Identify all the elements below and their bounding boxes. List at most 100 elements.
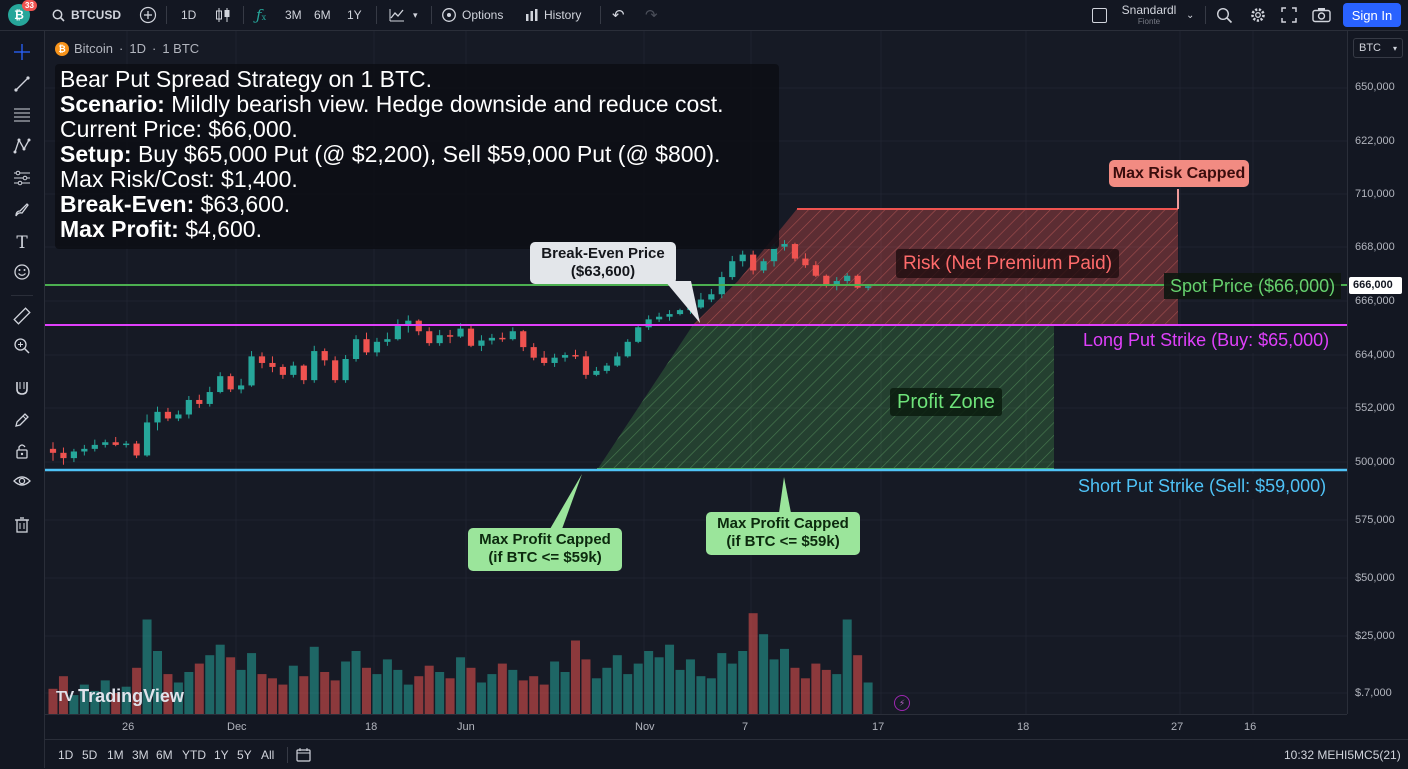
undo-button[interactable]: ↶ <box>612 0 625 30</box>
time-scale[interactable]: 26 Dec 18 Jun Nov 7 17 18 27 16 <box>45 714 1347 739</box>
remove-drawings-tool[interactable] <box>11 516 33 538</box>
settings-button[interactable] <box>1249 0 1267 30</box>
zoom-in-tool[interactable] <box>11 337 33 359</box>
volume-bar <box>727 663 737 714</box>
candle-body <box>60 452 67 459</box>
snapshot-button[interactable] <box>1312 0 1331 30</box>
candle <box>133 440 140 459</box>
chart-style-dropdown[interactable]: ▾ <box>388 0 418 30</box>
pattern-icon <box>13 137 31 160</box>
long-put-strike-label: Long Put Strike (Buy: $65,000) <box>1077 328 1336 353</box>
candle <box>164 407 172 422</box>
horizontal-lines-tool[interactable] <box>11 106 33 128</box>
layout-dropdown-toggle[interactable]: ⌄ <box>1186 0 1194 30</box>
go-to-date-button[interactable] <box>296 747 311 767</box>
range-ytd-button[interactable]: YTD <box>182 748 206 762</box>
symbol-search-button[interactable]: BTCUSD <box>52 0 121 30</box>
range-1m-button[interactable]: 1M <box>107 748 124 762</box>
layout-subtitle: Fionte <box>1137 17 1161 26</box>
indicators-button[interactable]: ƒx <box>256 0 266 30</box>
stay-in-drawing-tool[interactable] <box>11 411 33 433</box>
range-5d-button[interactable]: 5D <box>82 748 97 762</box>
crosshair-tool[interactable] <box>11 43 33 65</box>
pattern-tool[interactable] <box>11 137 33 159</box>
chart-pane[interactable]: ₿ Bitcoin · 1D · 1 BTC Bear Put Spread S… <box>45 31 1347 714</box>
volume-bar <box>769 659 779 714</box>
range-6m-button[interactable]: 6M <box>314 0 331 30</box>
chevron-down-icon: ▾ <box>1392 43 1397 53</box>
history-label: History <box>544 8 582 22</box>
ruler-tool[interactable] <box>11 306 33 329</box>
candle <box>791 242 799 262</box>
brush-tool[interactable] <box>11 201 33 223</box>
layout-name-dropdown[interactable]: Snandardl Fionte <box>1120 0 1178 30</box>
emoji-tool[interactable] <box>11 263 33 285</box>
sign-in-button[interactable]: Sign In <box>1343 3 1401 27</box>
fullscreen-button[interactable] <box>1281 0 1297 30</box>
volume-bar <box>257 674 267 714</box>
user-avatar-button[interactable]: ₿ 33 <box>8 0 37 30</box>
range-5y-button[interactable]: 5Y <box>237 748 252 762</box>
range-1y-button[interactable]: 1Y <box>214 748 229 762</box>
volume-bar <box>581 659 591 714</box>
magnet-tool[interactable] <box>11 379 33 401</box>
volume-bar <box>299 676 309 714</box>
price-label: $25,000 <box>1355 630 1395 642</box>
range-1d-button[interactable]: 1D <box>58 748 73 762</box>
candle <box>854 274 861 289</box>
quick-search-button[interactable] <box>1216 0 1233 30</box>
price-label: 575,000 <box>1355 514 1395 526</box>
candle-body <box>143 422 151 456</box>
crosshair-icon <box>13 43 31 66</box>
candle-body <box>666 314 673 317</box>
price-scale[interactable]: BTC ▾ 650,000 622,000 710,000 668,000 66… <box>1347 31 1408 714</box>
candle <box>279 364 286 379</box>
range-all-button[interactable]: All <box>261 748 274 762</box>
range-3m-button[interactable]: 3M <box>132 748 149 762</box>
candle <box>81 444 88 456</box>
range-3m-button[interactable]: 3M <box>285 0 302 30</box>
lock-drawings-tool[interactable] <box>11 442 33 464</box>
volume-bar <box>320 672 330 714</box>
lightning-icon[interactable]: ⚡ <box>894 695 910 711</box>
history-button[interactable]: History <box>525 0 581 30</box>
range-1y-button[interactable]: 1Y <box>347 0 362 30</box>
compare-symbol-button[interactable] <box>139 0 157 30</box>
chart-type-button[interactable] <box>214 0 232 30</box>
volume-bar <box>529 676 539 714</box>
options-button[interactable]: Options <box>441 0 503 30</box>
text-tool[interactable]: T <box>11 232 33 254</box>
layout-select-checkbox[interactable] <box>1092 0 1107 30</box>
candle-body <box>258 356 266 363</box>
bottom-toolbar: 1D 5D 1M 3M 6M YTD 1Y 5Y All 10:32 MEHI5… <box>45 739 1408 769</box>
hide-drawings-tool[interactable] <box>11 472 33 494</box>
candle-body <box>697 299 704 308</box>
trend-line-tool[interactable] <box>11 75 33 97</box>
symbol-legend[interactable]: ₿ Bitcoin · 1D · 1 BTC <box>55 41 199 56</box>
forecast-tool[interactable] <box>11 169 33 191</box>
symbol-label: BTCUSD <box>71 8 121 22</box>
time-label: Nov <box>635 721 655 733</box>
candle-body <box>384 339 391 342</box>
risk-zone-label: Risk (Net Premium Paid) <box>896 249 1120 278</box>
interval-button[interactable]: 1D <box>181 0 196 30</box>
candle-body <box>541 357 548 363</box>
max-profit-callout-b-condition: (if BTC <= $59k) <box>726 533 840 550</box>
camera-icon <box>1312 7 1331 23</box>
candle-body <box>676 310 684 315</box>
candle-body <box>509 331 516 340</box>
layout-name: Snandardl <box>1121 3 1177 17</box>
max-profit-callout-a-title: Max Profit Capped <box>479 531 611 548</box>
volume-bar <box>591 678 601 714</box>
time-label: 18 <box>365 721 378 733</box>
clock-readout[interactable]: 10:32 MEHI5MC5(21) <box>1284 748 1401 762</box>
price-label: 668,000 <box>1355 241 1395 253</box>
candle-body <box>530 347 537 358</box>
candle <box>143 414 151 457</box>
candle <box>697 292 704 309</box>
info-scenario-value: Mildly bearish view. Hedge downside and … <box>164 91 724 117</box>
currency-selector[interactable]: BTC ▾ <box>1353 38 1403 58</box>
range-6m-button[interactable]: 6M <box>156 748 173 762</box>
redo-button[interactable]: ↷ <box>645 0 658 30</box>
current-price-tag: 666,000 <box>1349 277 1402 294</box>
